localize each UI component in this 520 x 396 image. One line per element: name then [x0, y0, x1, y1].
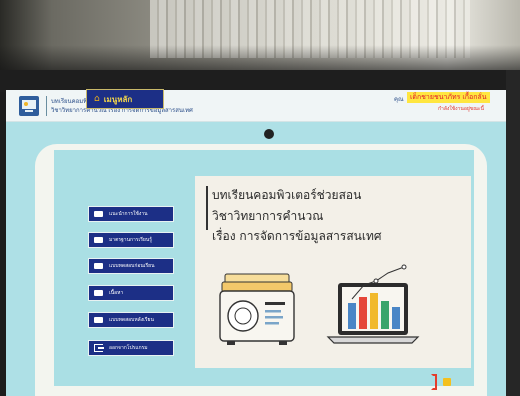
menu-item-label: ออกจากโปรแกรม — [109, 345, 148, 351]
tablet-camera-dot — [264, 129, 274, 139]
header-divider — [46, 96, 47, 116]
menu-item-label: แนะนำการใช้งาน — [109, 211, 148, 217]
title-accent-bar — [206, 186, 208, 230]
exit-corner-bracket — [431, 374, 437, 390]
lesson-title-line2: วิชาวิทยาการคำนวณ — [212, 209, 324, 223]
monitor-bezel-top — [0, 70, 520, 92]
app-header: บทเรียนคอมพิวเตอร์ช่วยสอน วิชาวิทยาการคำ… — [6, 90, 506, 122]
laptop-chart-illustration — [326, 264, 420, 344]
menu-item-content[interactable]: เนื้อหา — [88, 285, 174, 301]
book-icon — [94, 211, 103, 217]
main-menu-button[interactable]: ⌂ เมนูหลัก — [86, 89, 164, 109]
menu-item-pretest[interactable]: แบบทดสอบก่อนเรียน — [88, 258, 174, 274]
document-device-illustration — [219, 273, 295, 345]
exit-icon — [94, 344, 104, 352]
menu-item-exit[interactable]: ออกจากโปรแกรม — [88, 340, 174, 356]
computer-logo-icon — [19, 96, 39, 116]
user-prefix: คุณ — [394, 97, 404, 103]
user-name-badge: เด็กชายชนาภัทร เกื้อกลั่น — [407, 92, 490, 103]
user-status: กำลังใช้งานอยู่ขณะนี้ — [438, 106, 484, 112]
menu-item-label: มาตรฐานการเรียนรู้ — [109, 237, 152, 243]
menu-item-posttest[interactable]: แบบทดสอบหลังเรียน — [88, 312, 174, 328]
menu-item-label: เนื้อหา — [109, 290, 124, 296]
menu-item-standards[interactable]: มาตรฐานการเรียนรู้ — [88, 232, 174, 248]
menu-item-label: แบบทดสอบหลังเรียน — [109, 317, 154, 323]
book-icon — [94, 263, 103, 269]
monitor-bezel-right — [506, 70, 520, 396]
menu-item-guide[interactable]: แนะนำการใช้งาน — [88, 206, 174, 222]
lesson-title-line1: บทเรียนคอมพิวเตอร์ช่วยสอน — [212, 188, 362, 202]
home-icon: ⌂ — [94, 94, 100, 104]
book-icon — [94, 317, 103, 323]
main-menu-label: เมนูหลัก — [103, 94, 133, 104]
lesson-title-line3: เรื่อง การจัดการข้อมูลสารสนเทศ — [212, 229, 382, 243]
menu-item-label: แบบทดสอบก่อนเรียน — [109, 263, 155, 269]
book-icon — [94, 290, 103, 296]
exit-arrow-icon[interactable] — [443, 378, 451, 386]
book-icon — [94, 237, 103, 243]
